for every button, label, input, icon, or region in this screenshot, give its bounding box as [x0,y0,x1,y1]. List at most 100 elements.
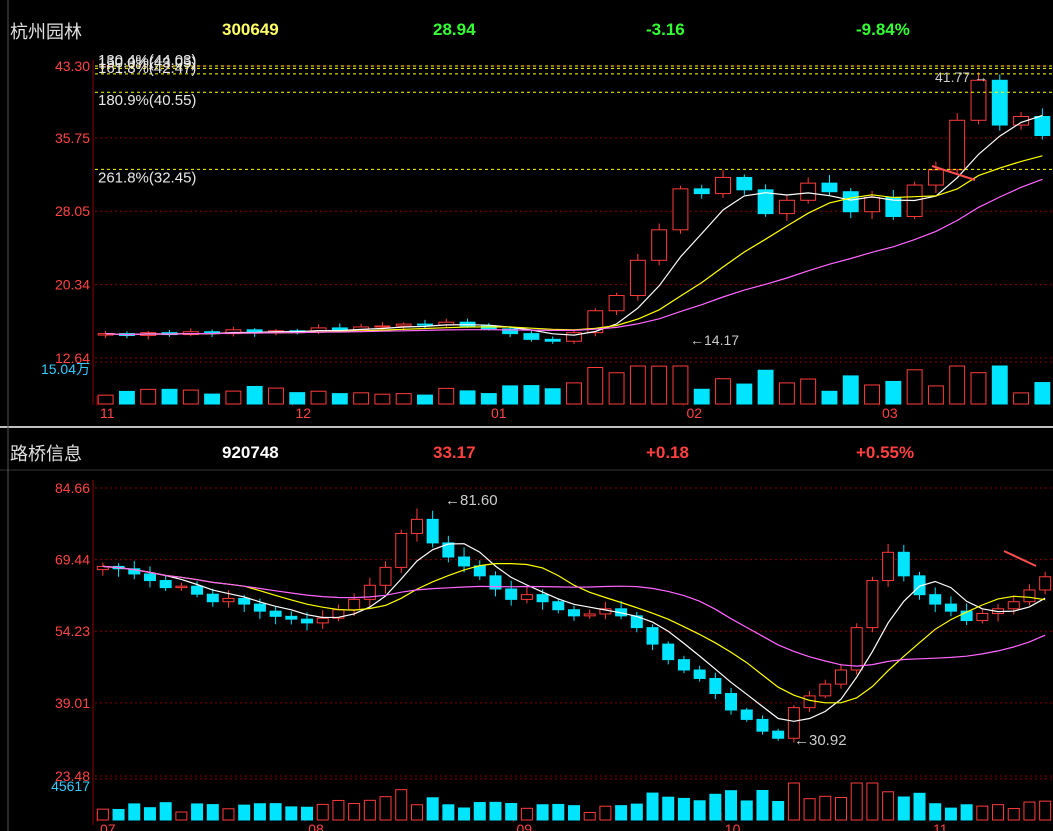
ma10-line [105,155,1043,336]
candle-body [864,196,880,213]
volume-bar [897,796,910,821]
candle-body [520,594,533,600]
candle-body [285,615,298,620]
candle-body [374,325,391,328]
candle-body [850,627,863,671]
panel-2 [95,487,1053,822]
candle-body [693,669,706,679]
volume-bar [348,803,361,821]
candle-body [672,188,689,231]
fib-label: 261.8%(32.45) [98,169,196,186]
volume-bar [693,800,706,821]
ma10-line [102,562,1046,704]
x-tick-label: 10 [725,821,741,831]
volume-bar [821,390,838,405]
candle-body [1034,115,1051,137]
volume-bar [552,803,565,821]
candle-body [949,119,966,171]
volume-bar [523,385,540,405]
volume-bar [268,387,284,405]
x-tick-label: 11 [933,821,948,831]
volume-bar [310,390,327,405]
candle-body [976,612,989,622]
candle-body [143,573,156,582]
candle-body [991,79,1008,126]
candle-body [944,603,957,612]
stock-change-pct-1: -9.84% [856,20,910,39]
candle-body [191,585,204,595]
volume-bar [332,799,345,821]
candle-body [583,613,596,617]
volume-bar [864,384,880,405]
volume-bar [629,365,646,405]
low-annotation: ←14.17 [690,332,739,348]
candle-body [772,730,785,739]
y-tick-label: 28.05 [55,203,90,219]
volume-bar [566,382,582,405]
candle-body [536,594,549,603]
volume-bar [459,390,476,405]
candle-body [316,617,329,624]
stock-price-1: 28.94 [433,20,476,39]
volume-bar [709,793,722,821]
candle-body [736,176,753,191]
stock-change-2: +0.18 [646,443,690,462]
volume-bar [608,372,625,405]
volume-bar [1034,382,1051,405]
candle-body [608,295,625,312]
high-annotation-2: ←81.60 [445,492,498,509]
candle-body [395,323,412,327]
volume-bar [204,393,221,405]
volume-bar [269,803,282,821]
candle-body [523,333,540,340]
volume-bar [395,789,408,821]
candle-body [1023,589,1036,603]
candle-body [269,610,282,617]
volume-bar [246,385,263,405]
stock-name-1[interactable]: 杭州园林 [10,18,82,44]
y-tick-label: 35.75 [55,130,90,146]
candle-body [379,566,392,586]
volume-bar [289,392,306,405]
candle-body [866,580,879,629]
volume-bar [929,803,942,821]
candle-body [426,518,439,544]
volume-bar [630,803,643,821]
volume-bar [976,805,989,821]
volume-bar [772,801,785,821]
candle-body [842,191,859,213]
volume-bar [583,811,596,821]
fib-label: 161.8%(42.47) [98,60,196,77]
y-tick-label: 39.01 [55,695,90,711]
candle-body [1007,601,1020,610]
volume-bar [97,394,114,405]
candle-body [677,659,690,671]
volume-bar [1007,808,1020,821]
volume-bar [301,806,314,821]
volume-bar [677,797,690,821]
volume-bar [489,801,502,821]
volume-bar [505,803,518,821]
candle-body [929,594,942,605]
candle-body [206,593,219,603]
x-tick-label: 01 [491,405,507,421]
y-tick-label: 69.44 [55,552,90,568]
candle-body [834,669,847,685]
candle-body [740,709,753,720]
candle-body [629,259,646,297]
volume-bar [374,393,391,405]
kline-canvas: 43.3035.7528.0520.3412.6415.04万11 12 01 02 0… [0,0,1053,831]
volume-bar [778,382,795,405]
volume-bar [715,378,731,405]
stock-change-1: -3.16 [646,20,685,39]
x-tick-label: 02 [687,405,703,421]
x-tick-label: 08 [308,821,324,831]
candle-body [819,683,832,697]
candle-body [970,79,987,121]
stock-name-2[interactable]: 路桥信息 [10,440,82,466]
volume-bar [1023,801,1036,821]
volume-bar [143,807,156,821]
volume-bar [992,804,1005,821]
volume-bar [599,805,612,821]
candle-body [301,618,314,624]
